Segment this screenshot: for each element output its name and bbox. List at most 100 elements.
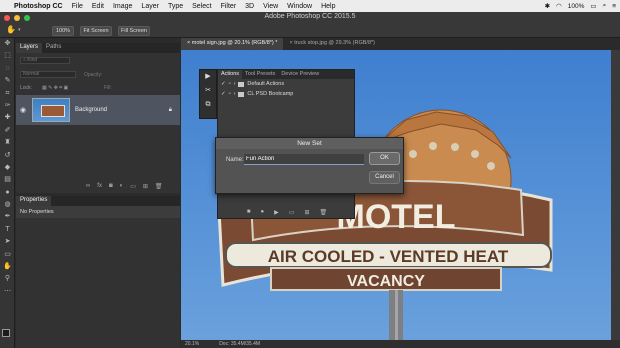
fx-icon[interactable]: fx: [97, 183, 102, 190]
eye-icon[interactable]: ◉: [16, 106, 30, 114]
quick-select-tool-icon[interactable]: ✎: [0, 75, 15, 87]
action-set-bootcamp[interactable]: ✓ ▫ › CL PSD Bootcamp: [218, 89, 354, 99]
menu-filter[interactable]: Filter: [221, 3, 237, 10]
eraser-tool-icon[interactable]: ◆: [0, 162, 15, 174]
menu-image[interactable]: Image: [113, 3, 132, 10]
gradient-tool-icon[interactable]: ▤: [0, 174, 15, 186]
status-doc-size: Doc: 35.4M/35.4M: [219, 341, 261, 347]
lock-icon[interactable]: 🔒︎: [169, 107, 172, 114]
record-icon[interactable]: ●: [261, 209, 265, 216]
checkmark-icon[interactable]: ✓: [221, 91, 226, 97]
shape-tool-icon[interactable]: ▭: [0, 249, 15, 261]
chevron-right-icon[interactable]: ›: [234, 81, 236, 87]
menu-3d[interactable]: 3D: [245, 3, 254, 10]
zoom-tool-icon[interactable]: ⚲: [0, 273, 15, 285]
stop-icon[interactable]: ■: [247, 209, 251, 216]
tab-device-preview[interactable]: Device Preview: [278, 70, 322, 79]
move-tool-icon[interactable]: ✥: [0, 38, 15, 50]
tab-properties[interactable]: Properties: [16, 196, 52, 206]
layer-row-background[interactable]: ◉ Background 🔒︎: [16, 95, 180, 125]
new-set-folder-icon[interactable]: ▭: [289, 209, 295, 216]
name-label: Name:: [226, 157, 244, 163]
search-icon[interactable]: ⌕: [603, 2, 607, 10]
zoom-100-button[interactable]: 100%: [52, 26, 74, 36]
menu-edit[interactable]: Edit: [92, 3, 104, 10]
checkmark-icon[interactable]: ✓: [221, 81, 226, 87]
vertical-scrollbar[interactable]: [611, 50, 620, 340]
path-selection-tool-icon[interactable]: ➤: [0, 236, 15, 248]
fit-screen-button[interactable]: Fit Screen: [80, 26, 112, 36]
dialog-toggle-icon[interactable]: ▫: [229, 81, 231, 87]
menu-bar: Photoshop CC File Edit Image Layer Type …: [0, 0, 620, 12]
tab-layers[interactable]: Layers: [16, 43, 43, 53]
cancel-button[interactable]: Cancel: [369, 171, 400, 184]
menu-layer[interactable]: Layer: [141, 3, 159, 10]
play-icon[interactable]: ▶: [274, 209, 279, 216]
tab-motel-sign[interactable]: × motel sign.jpg @ 20.1% (RGB/8*) *: [181, 38, 284, 50]
action-set-default[interactable]: ✓ ▫ › Default Actions: [218, 79, 354, 89]
lasso-tool-icon[interactable]: ◌: [0, 63, 15, 75]
menu-window[interactable]: Window: [287, 3, 312, 10]
tools-cross-icon[interactable]: ✂: [200, 84, 216, 98]
layer-filter-kind[interactable]: ⌕ Kind: [20, 57, 70, 64]
properties-empty-label: No Properties: [16, 206, 180, 218]
wifi-icon[interactable]: ◠: [556, 2, 562, 10]
type-tool-icon[interactable]: T: [0, 224, 15, 236]
link-layers-icon[interactable]: ∞: [86, 183, 90, 190]
healing-brush-tool-icon[interactable]: ✚: [0, 112, 15, 124]
foreground-color-swatch[interactable]: [2, 329, 10, 337]
device-preview-icon[interactable]: ⧉: [200, 98, 216, 112]
battery-icon[interactable]: ▭: [590, 2, 596, 10]
menu-view[interactable]: View: [263, 3, 278, 10]
brush-tool-icon[interactable]: ✐: [0, 125, 15, 137]
mask-icon[interactable]: ◙: [109, 183, 113, 190]
status-bar: 20.1% Doc: 35.4M/35.4M: [181, 340, 620, 348]
menu-select[interactable]: Select: [192, 3, 211, 10]
window-title: Adobe Photoshop CC 2015.5: [264, 13, 356, 20]
new-action-icon[interactable]: ⊞: [304, 209, 309, 216]
properties-panel-tabs: Properties: [16, 196, 180, 206]
group-folder-icon[interactable]: ▭: [130, 183, 136, 190]
blur-tool-icon[interactable]: ●: [0, 187, 15, 199]
dodge-tool-icon[interactable]: ◍: [0, 199, 15, 211]
trash-icon[interactable]: 🗑︎: [155, 183, 163, 190]
lock-label: Lock:: [20, 85, 32, 91]
pen-tool-icon[interactable]: ✒: [0, 211, 15, 223]
tool-preset-chevron-icon[interactable]: ▾: [18, 27, 21, 33]
chevron-right-icon[interactable]: ›: [234, 91, 236, 97]
status-zoom[interactable]: 20.1%: [185, 340, 199, 348]
tab-tool-presets[interactable]: Tool Presets: [242, 70, 278, 79]
tab-truck-stop[interactable]: × truck stop.jpg @ 29.3% (RGB/8*): [283, 38, 381, 50]
eyedropper-tool-icon[interactable]: ✑: [0, 100, 15, 112]
battery-percent: 100%: [567, 2, 585, 10]
adjustment-layer-icon[interactable]: ◐: [120, 183, 124, 190]
bluetooth-icon[interactable]: ✱: [545, 2, 550, 10]
blend-mode-select[interactable]: Normal: [20, 71, 76, 78]
menu-type[interactable]: Type: [168, 3, 183, 10]
new-layer-icon[interactable]: ⊞: [143, 183, 148, 190]
history-brush-tool-icon[interactable]: ↺: [0, 150, 15, 162]
hand-tool-icon[interactable]: ✋: [0, 261, 15, 273]
crop-tool-icon[interactable]: ⌗: [0, 88, 15, 100]
folder-icon: [238, 81, 245, 87]
tab-truck-stop-label: truck stop.jpg @ 29.3% (RGB/8*): [294, 40, 375, 46]
trash-icon[interactable]: 🗑︎: [319, 209, 327, 216]
layer-thumbnail: [32, 98, 70, 122]
clone-stamp-tool-icon[interactable]: ♜: [0, 137, 15, 149]
tab-actions[interactable]: Actions: [218, 70, 243, 79]
menu-file[interactable]: File: [72, 3, 83, 10]
actions-play-icon[interactable]: ▶: [200, 70, 216, 84]
list-icon[interactable]: ≡: [612, 3, 616, 10]
menu-help[interactable]: Help: [321, 3, 335, 10]
dialog-toggle-icon[interactable]: ▫: [229, 91, 231, 97]
folder-icon: [238, 91, 245, 97]
name-input[interactable]: [244, 154, 364, 165]
more-tools-icon[interactable]: ⋯: [0, 286, 15, 298]
fill-screen-button[interactable]: Fill Screen: [118, 26, 150, 36]
marquee-tool-icon[interactable]: ⬚: [0, 50, 15, 62]
tab-paths[interactable]: Paths: [42, 43, 65, 53]
ok-button[interactable]: OK: [369, 152, 400, 165]
menu-app[interactable]: Photoshop CC: [14, 3, 63, 10]
hand-tool-icon[interactable]: ✋: [6, 25, 16, 34]
lock-pixels-icon[interactable]: ▦ ✎ ✥ ⌗ ▣: [42, 85, 68, 91]
